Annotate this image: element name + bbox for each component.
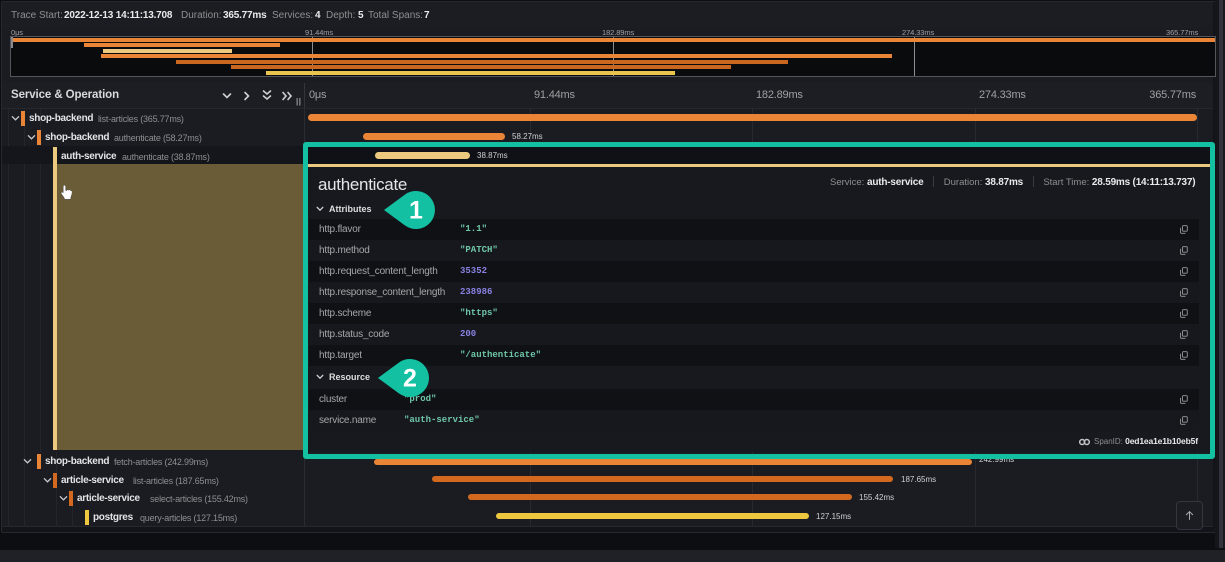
svg-text:1: 1 (409, 197, 423, 225)
svg-text:2: 2 (403, 365, 417, 393)
